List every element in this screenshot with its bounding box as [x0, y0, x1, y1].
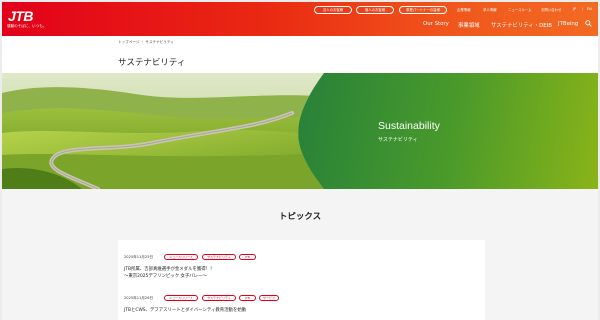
search-icon[interactable] — [585, 20, 592, 27]
business-partners-button[interactable]: 事業パートナーの皆様 — [399, 6, 447, 14]
tag-sustainability[interactable]: サステナビリティ — [202, 295, 236, 301]
logo-tagline: 感動のそばに、いつも。 — [7, 24, 47, 28]
nav-jtbeing[interactable]: JTBeing — [558, 21, 578, 27]
lang-jp-link[interactable]: JP — [573, 7, 576, 11]
tag-sustainability[interactable]: サステナビリティ — [202, 254, 236, 260]
news-title[interactable]: JTB所属、吉部真維選手が金メダルを獲得！！ — [124, 266, 214, 272]
tag-news-release[interactable]: ニュースリリース — [164, 295, 198, 301]
nav-business-areas[interactable]: 事業領域 — [458, 21, 480, 29]
hero-title: Sustainability — [378, 120, 440, 132]
tag-service[interactable]: サービス — [259, 295, 279, 301]
tag-jtb[interactable]: JTB — [239, 254, 256, 260]
jtb-logo[interactable]: JTB — [8, 8, 33, 24]
news-subtitle[interactable]: ～東京2025デフリンピック 女子バレー～ — [124, 273, 207, 279]
individual-customers-button[interactable]: 個人のお客様 — [356, 6, 394, 14]
contact-link[interactable]: お問い合わせ — [541, 7, 561, 12]
landscape-image — [2, 73, 324, 189]
tag-jtb[interactable]: JTB — [239, 295, 256, 301]
page-title: サステナビリティ — [118, 58, 186, 68]
corporate-info-link[interactable]: 企業情報 — [457, 7, 471, 12]
lang-en-link[interactable]: EN — [587, 7, 592, 11]
news-date: 2025年11月26日 — [124, 296, 154, 300]
corporate-customers-button[interactable]: 法人のお客様 — [314, 6, 352, 14]
tag-news-release[interactable]: ニュースリリース — [164, 254, 198, 260]
news-date: 2025年11月25日 — [124, 255, 154, 259]
news-title[interactable]: JTBとCWS、デフアスリートとダイバーシティ教育活動を始動 — [124, 307, 246, 313]
nav-sustainability-deib[interactable]: サステナビリティ・DEIB — [491, 21, 552, 29]
newsroom-link[interactable]: ニュースルーム — [508, 7, 531, 12]
topics-heading: トピックス — [278, 212, 322, 222]
breadcrumb[interactable]: トップページ ・ サステナビリティ — [118, 40, 174, 45]
lang-divider: / — [582, 7, 584, 11]
hero-subtitle: サステナビリティ — [378, 137, 418, 143]
browser-frame: JTB 感動のそばに、いつも。 法人のお客様 個人のお客様 事業パートナーの皆様… — [0, 0, 600, 320]
page: JTB 感動のそばに、いつも。 法人のお客様 個人のお客様 事業パートナーの皆様… — [2, 2, 598, 320]
hero-banner — [2, 73, 598, 189]
nav-our-story[interactable]: Our Story — [423, 21, 449, 27]
recruit-link[interactable]: 求人情報 — [483, 7, 497, 12]
site-header: JTB 感動のそばに、いつも。 法人のお客様 個人のお客様 事業パートナーの皆様… — [2, 2, 598, 36]
